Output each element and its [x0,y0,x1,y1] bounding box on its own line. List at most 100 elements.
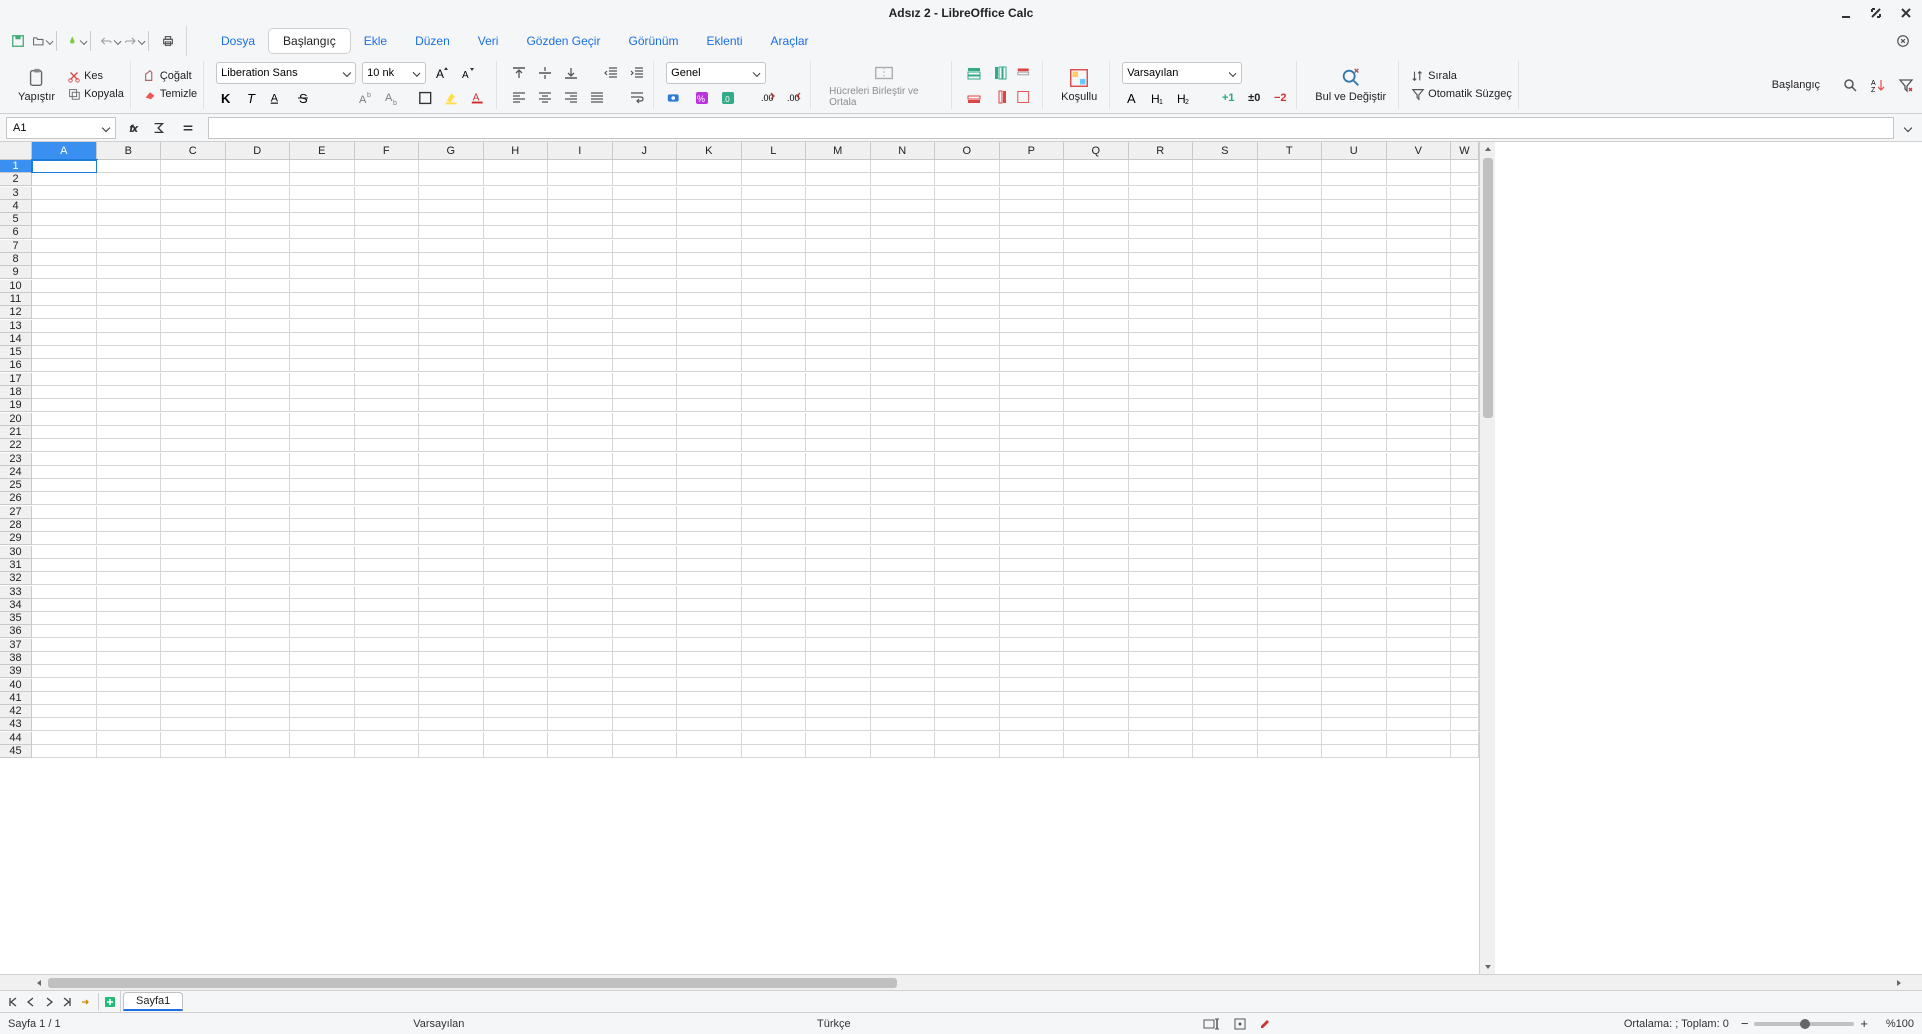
cell-R31[interactable] [1129,559,1194,572]
cell-H13[interactable] [484,320,549,333]
cell-A2[interactable] [32,173,97,186]
cell-F36[interactable] [355,625,420,638]
cell-L10[interactable] [742,280,807,293]
cell-W12[interactable] [1451,306,1479,319]
cell-D37[interactable] [226,639,291,652]
cell-A43[interactable] [32,718,97,731]
cell-D35[interactable] [226,612,291,625]
close-button[interactable] [1896,3,1916,23]
cell-S28[interactable] [1193,519,1258,532]
cell-N43[interactable] [871,718,936,731]
cell-P38[interactable] [1000,652,1065,665]
cell-I24[interactable] [548,466,613,479]
cell-R39[interactable] [1129,665,1194,678]
row-header-12[interactable]: 12 [0,306,32,319]
cell-L33[interactable] [742,586,807,599]
vertical-scrollbar[interactable] [1479,142,1495,974]
cell-V17[interactable] [1387,373,1452,386]
cell-K40[interactable] [677,679,742,692]
cell-G24[interactable] [419,466,484,479]
cell-L3[interactable] [742,187,807,200]
cell-E41[interactable] [290,692,355,705]
cell-V25[interactable] [1387,479,1452,492]
cell-O34[interactable] [935,599,1000,612]
cell-H4[interactable] [484,200,549,213]
cell-U42[interactable] [1322,705,1387,718]
cell-V30[interactable] [1387,546,1452,559]
cell-V27[interactable] [1387,506,1452,519]
cell-G14[interactable] [419,333,484,346]
cell-T44[interactable] [1258,732,1323,745]
cell-N9[interactable] [871,266,936,279]
percent-icon[interactable]: % [692,88,712,108]
cell-T2[interactable] [1258,173,1323,186]
cell-K5[interactable] [677,213,742,226]
cell-V37[interactable] [1387,639,1452,652]
cell-B10[interactable] [97,280,162,293]
cell-L1[interactable] [742,160,807,173]
cell-M14[interactable] [806,333,871,346]
cell-C10[interactable] [161,280,226,293]
cell-Q27[interactable] [1064,506,1129,519]
cell-M19[interactable] [806,399,871,412]
minus-two-button[interactable]: −2 [1270,88,1290,108]
cell-P11[interactable] [1000,293,1065,306]
cell-V36[interactable] [1387,625,1452,638]
cell-P31[interactable] [1000,559,1065,572]
cell-F6[interactable] [355,226,420,239]
cell-K13[interactable] [677,320,742,333]
cell-W19[interactable] [1451,399,1479,412]
cell-L45[interactable] [742,745,807,758]
cell-D39[interactable] [226,665,291,678]
cell-T35[interactable] [1258,612,1323,625]
cell-S7[interactable] [1193,240,1258,253]
cell-U8[interactable] [1322,253,1387,266]
cell-M42[interactable] [806,705,871,718]
cell-P29[interactable] [1000,532,1065,545]
cell-S1[interactable] [1193,160,1258,173]
cell-W28[interactable] [1451,519,1479,532]
cell-H42[interactable] [484,705,549,718]
cell-R42[interactable] [1129,705,1194,718]
cell-K39[interactable] [677,665,742,678]
cell-C24[interactable] [161,466,226,479]
cell-B41[interactable] [97,692,162,705]
cell-L36[interactable] [742,625,807,638]
cell-B30[interactable] [97,546,162,559]
cell-F22[interactable] [355,439,420,452]
cell-P30[interactable] [1000,546,1065,559]
cell-A36[interactable] [32,625,97,638]
cell-F25[interactable] [355,479,420,492]
cell-N24[interactable] [871,466,936,479]
cell-I11[interactable] [548,293,613,306]
cell-L16[interactable] [742,359,807,372]
cell-S3[interactable] [1193,187,1258,200]
cell-M44[interactable] [806,732,871,745]
cell-A37[interactable] [32,639,97,652]
style-a1-icon[interactable]: A [1122,88,1142,108]
autofilter-button[interactable]: Otomatik Süzgeç [1411,87,1512,101]
cell-J23[interactable] [613,453,678,466]
cell-A42[interactable] [32,705,97,718]
cell-W3[interactable] [1451,187,1479,200]
cell-T3[interactable] [1258,187,1323,200]
align-center-icon[interactable] [535,87,555,107]
cell-C44[interactable] [161,732,226,745]
cell-M41[interactable] [806,692,871,705]
row-header-32[interactable]: 32 [0,572,32,585]
cell-S43[interactable] [1193,718,1258,731]
insert-mode-icon[interactable] [1203,1017,1221,1031]
cell-V22[interactable] [1387,439,1452,452]
cell-W34[interactable] [1451,599,1479,612]
cell-P1[interactable] [1000,160,1065,173]
cell-I9[interactable] [548,266,613,279]
cell-S24[interactable] [1193,466,1258,479]
cell-T41[interactable] [1258,692,1323,705]
cell-A1[interactable] [32,160,97,173]
cell-T13[interactable] [1258,320,1323,333]
cell-U2[interactable] [1322,173,1387,186]
home-tab-indicator[interactable]: Başlangıç [1772,79,1832,91]
cell-D6[interactable] [226,226,291,239]
row-header-22[interactable]: 22 [0,439,32,452]
cell-M12[interactable] [806,306,871,319]
